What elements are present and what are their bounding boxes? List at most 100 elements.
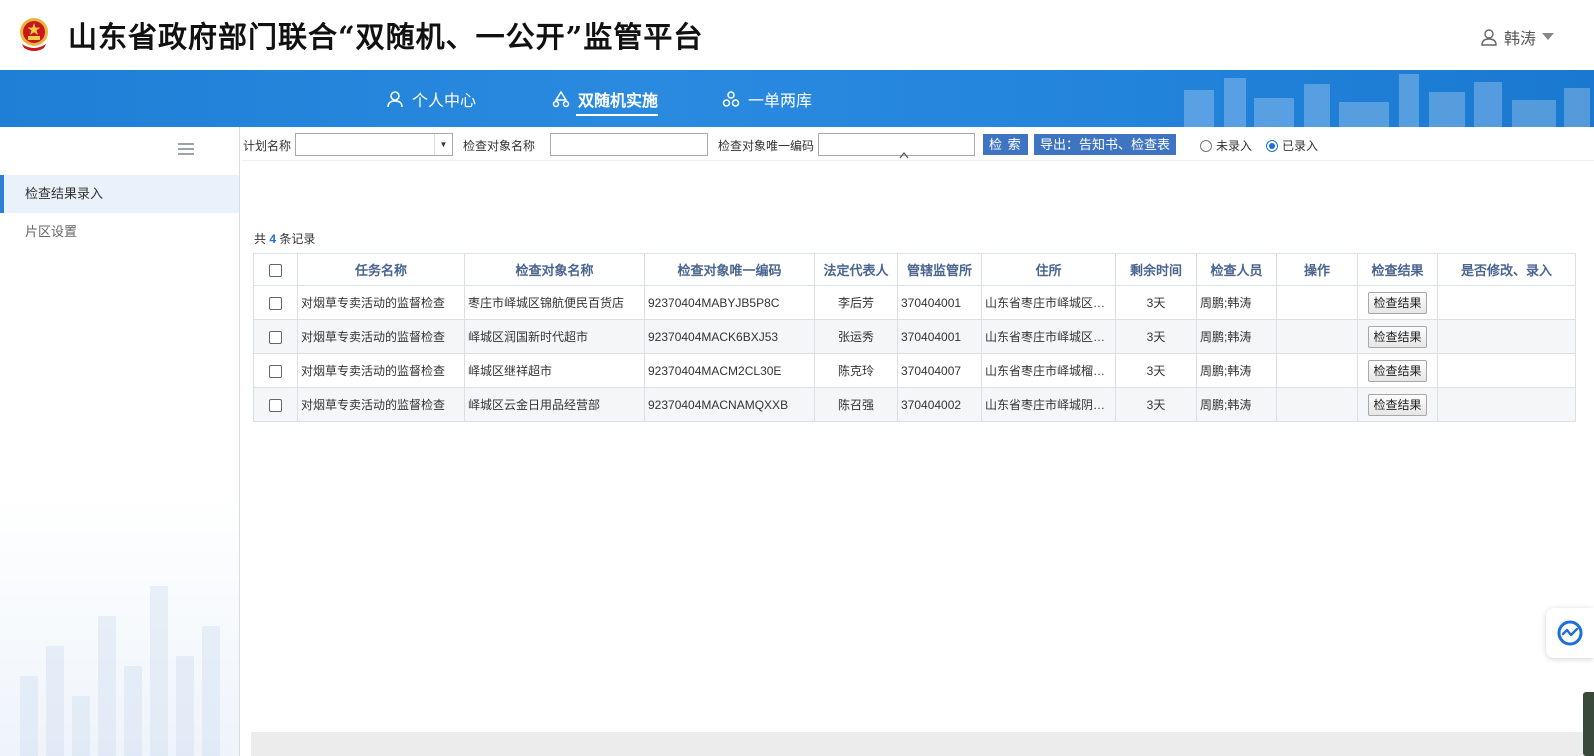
inspectors-cell: 周鹏;韩涛 [1196, 353, 1277, 388]
remaining-time-cell: 3天 [1115, 319, 1197, 354]
station-cell: 370404001 [897, 319, 982, 354]
record-count: 共 4 条记录 [254, 232, 316, 246]
caret-down-icon [1542, 33, 1554, 40]
export-button[interactable]: 导出：告知书、检查表 [1034, 134, 1177, 155]
user-menu[interactable]: 韩涛 [1480, 26, 1554, 48]
result-cell: 检查结果 [1357, 353, 1438, 388]
modified-cell [1437, 353, 1576, 388]
row-checkbox[interactable] [269, 296, 282, 310]
row-select-cell [253, 387, 298, 422]
column-header: 检查人员 [1196, 253, 1277, 286]
select-all-cell [253, 253, 298, 286]
nav-item-one-list-two-libraries[interactable]: 一单两库 [722, 70, 812, 127]
remaining-time-cell: 3天 [1115, 387, 1197, 422]
main-nav: 个人中心 双随机实施 一单两库 [0, 70, 1594, 127]
radio-circle-icon [1200, 139, 1212, 152]
radio-unentered[interactable]: 未录入 [1200, 137, 1252, 154]
nav-item-label: 一单两库 [748, 92, 813, 110]
nav-item-label: 个人中心 [412, 92, 477, 110]
plan-name-label: 计划名称 [243, 139, 292, 153]
collapse-caret-icon[interactable] [899, 151, 909, 159]
column-header: 检查结果 [1357, 253, 1438, 286]
national-emblem-icon [20, 18, 48, 51]
row-checkbox[interactable] [269, 398, 282, 412]
target-code-label: 检查对象唯一编码 [718, 139, 815, 153]
record-count-number: 4 [269, 232, 277, 246]
address-cell: 山东省枣庄市峄城区坛... [981, 319, 1116, 354]
assistant-float-button[interactable] [1546, 608, 1594, 658]
target-name-input[interactable] [550, 133, 708, 156]
nav-item-double-random[interactable]: 双随机实施 [552, 70, 659, 127]
column-header: 检查对象唯一编码 [644, 253, 815, 286]
address-cell: 山东省枣庄市峄城区坛... [981, 285, 1116, 320]
task-name-cell: 对烟草专卖活动的监督检查 [297, 387, 465, 422]
radio-entered[interactable]: 已录入 [1266, 137, 1318, 154]
bottom-scroll-strip [251, 732, 1594, 756]
results-table: 任务名称 检查对象名称 检查对象唯一编码 法定代表人 管辖监管所 住所 剩余时间… [253, 253, 1576, 422]
task-name-cell: 对烟草专卖活动的监督检查 [297, 285, 465, 320]
plan-name-select[interactable]: ▼ [295, 133, 453, 156]
task-name-cell: 对烟草专卖活动的监督检查 [297, 353, 465, 388]
column-header: 住所 [981, 253, 1116, 286]
radio-label: 已录入 [1282, 139, 1319, 153]
operation-cell [1276, 353, 1358, 388]
nav-item-label: 双随机实施 [578, 92, 659, 110]
select-all-checkbox[interactable] [269, 264, 282, 278]
result-cell: 检查结果 [1357, 319, 1438, 354]
target-name-cell: 峄城区继祥超市 [464, 353, 645, 388]
row-select-cell [253, 319, 298, 354]
result-cell: 检查结果 [1357, 387, 1438, 422]
target-name-cell: 枣庄市峄城区锦航便民百货店 [464, 285, 645, 320]
row-select-cell [253, 353, 298, 388]
radio-label: 未录入 [1216, 139, 1253, 153]
search-button[interactable]: 检 索 [983, 134, 1028, 155]
user-icon [1481, 29, 1497, 46]
result-button[interactable]: 检查结果 [1368, 325, 1427, 348]
target-code-cell: 92370404MABYJB5P8C [644, 285, 815, 320]
result-button[interactable]: 检查结果 [1368, 393, 1427, 416]
side-scroll-handle[interactable] [1583, 692, 1594, 756]
station-cell: 370404001 [897, 285, 982, 320]
legal-rep-cell: 李后芳 [814, 285, 898, 320]
inspectors-cell: 周鹏;韩涛 [1196, 285, 1277, 320]
target-name-cell: 峄城区云金日用品经营部 [464, 387, 645, 422]
sidebar-bars-decoration [20, 586, 220, 756]
table-row: 对烟草专卖活动的监督检查 峄城区云金日用品经营部 92370404MACNAMQ… [253, 387, 1576, 422]
column-header: 剩余时间 [1115, 253, 1197, 286]
hamburger-menu-icon[interactable] [178, 143, 194, 155]
address-cell: 山东省枣庄市峄城榴园... [981, 353, 1116, 388]
row-select-cell [253, 285, 298, 320]
table-row: 对烟草专卖活动的监督检查 峄城区润国新时代超市 92370404MACK6BXJ… [253, 319, 1576, 354]
user-name: 韩涛 [1503, 31, 1536, 48]
row-checkbox[interactable] [269, 364, 282, 378]
target-code-cell: 92370404MACK6BXJ53 [644, 319, 815, 354]
operation-cell [1276, 387, 1358, 422]
result-button[interactable]: 检查结果 [1368, 291, 1427, 314]
legal-rep-cell: 陈克玲 [814, 353, 898, 388]
result-cell: 检查结果 [1357, 285, 1438, 320]
target-code-cell: 92370404MACNAMQXXB [644, 387, 815, 422]
result-button[interactable]: 检查结果 [1368, 359, 1427, 382]
target-name-cell: 峄城区润国新时代超市 [464, 319, 645, 354]
recycle-icon [552, 90, 570, 107]
legal-rep-cell: 张运秀 [814, 319, 898, 354]
sidebar: 检查结果录入 片区设置 [0, 127, 240, 756]
station-cell: 370404007 [897, 353, 982, 388]
target-code-input[interactable] [818, 133, 975, 156]
sidebar-item-district-settings[interactable]: 片区设置 [0, 213, 239, 251]
operation-cell [1276, 285, 1358, 320]
modified-cell [1437, 285, 1576, 320]
chevron-down-icon: ▼ [434, 134, 452, 155]
modified-cell [1437, 319, 1576, 354]
column-header: 是否修改、录入 [1437, 253, 1576, 286]
address-cell: 山东省枣庄市峄城阴平... [981, 387, 1116, 422]
column-header: 检查对象名称 [464, 253, 645, 286]
target-name-label: 检查对象名称 [463, 139, 536, 153]
sidebar-item-result-entry[interactable]: 检查结果录入 [0, 175, 239, 213]
nav-item-personal-center[interactable]: 个人中心 [386, 70, 476, 127]
column-header: 操作 [1276, 253, 1358, 286]
row-checkbox[interactable] [269, 330, 282, 344]
table-row: 对烟草专卖活动的监督检查 枣庄市峄城区锦航便民百货店 92370404MABYJ… [253, 285, 1576, 320]
target-code-cell: 92370404MACM2CL30E [644, 353, 815, 388]
task-name-cell: 对烟草专卖活动的监督检查 [297, 319, 465, 354]
